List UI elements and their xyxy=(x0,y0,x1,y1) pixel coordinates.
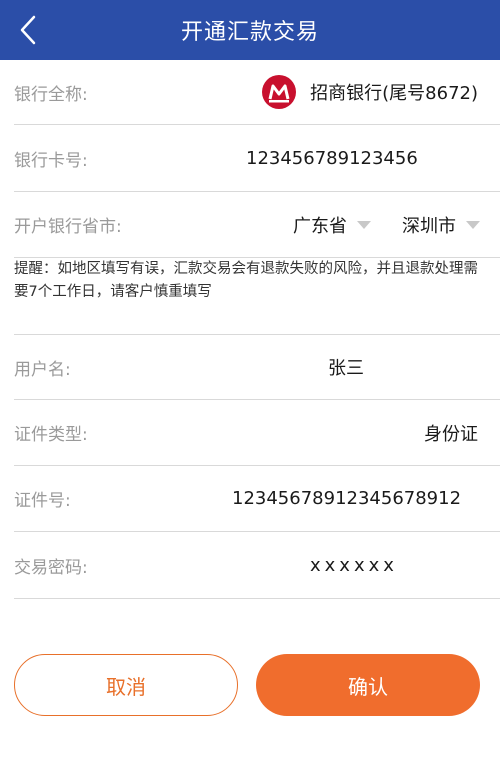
card-number-row: 银行卡号: 123456789123456 xyxy=(14,125,500,192)
username-value[interactable]: 张三 xyxy=(328,335,364,399)
id-type-label: 证件类型: xyxy=(14,425,88,445)
password-label: 交易密码: xyxy=(14,557,88,578)
bank-name-value: 招商银行(尾号8672) xyxy=(262,60,478,124)
bank-name-row: 银行全称: 招商银行(尾号8672) xyxy=(14,60,500,125)
city-select[interactable]: 深圳市 xyxy=(402,192,480,257)
id-number-value[interactable]: 1234567891234567891​2 xyxy=(232,466,461,531)
chevron-left-icon xyxy=(20,15,36,45)
password-value[interactable]: xxxxxx xyxy=(310,532,398,598)
caret-down-icon xyxy=(357,220,371,229)
card-number-label: 银行卡号: xyxy=(14,150,88,171)
id-type-row: 证件类型: 身份证 xyxy=(14,400,500,466)
province-value: 广东省 xyxy=(293,215,347,237)
cancel-button[interactable]: 取消 xyxy=(14,654,238,716)
caret-down-icon xyxy=(466,220,480,229)
region-row: 开户银行省市: 广东省 深圳市 xyxy=(14,192,500,258)
confirm-button[interactable]: 确认 xyxy=(256,654,480,716)
username-row: 用户名: 张三 xyxy=(14,335,500,400)
card-number-value: 123456789123456 xyxy=(246,147,418,169)
region-label: 开户银行省市: xyxy=(14,217,122,237)
back-button[interactable] xyxy=(6,8,50,52)
notice-text: 提醒：如地区填写有误，汇款交易会有退款失败的风险，并且退款处理需要7个工作日，请… xyxy=(14,261,478,300)
id-number-row: 证件号: 1234567891234567891​2 xyxy=(14,466,500,532)
password-row: 交易密码: xxxxxx xyxy=(14,532,500,599)
cmb-logo-icon xyxy=(262,75,297,109)
top-bar: 开通汇款交易 xyxy=(0,0,500,60)
bank-name-text: 招商银行(尾号8672) xyxy=(310,83,478,104)
city-value: 深圳市 xyxy=(402,215,456,237)
province-select[interactable]: 广东省 xyxy=(293,192,371,257)
id-number-label: 证件号: xyxy=(14,491,71,511)
username-label: 用户名: xyxy=(14,359,71,380)
page-title: 开通汇款交易 xyxy=(180,20,319,45)
bank-name-label: 银行全称: xyxy=(14,84,88,105)
id-type-value[interactable]: 身份证 xyxy=(424,400,478,465)
